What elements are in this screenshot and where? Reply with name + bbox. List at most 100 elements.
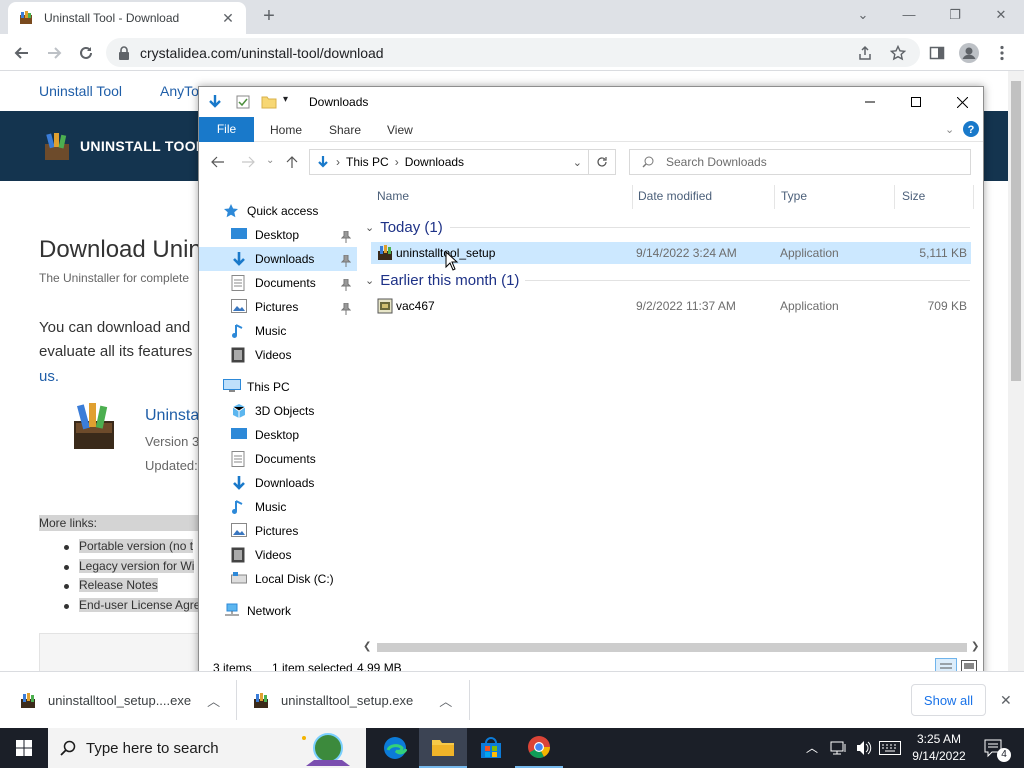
recent-locations-chevron-icon[interactable]: ⌄ bbox=[266, 155, 274, 166]
lock-icon[interactable] bbox=[118, 45, 130, 60]
page-scrollbar[interactable] bbox=[1008, 71, 1024, 671]
bookmark-star-icon[interactable] bbox=[885, 40, 911, 66]
nav-qa-pictures[interactable]: Pictures bbox=[231, 295, 357, 319]
new-folder-icon[interactable] bbox=[261, 94, 277, 110]
nav-pc-videos[interactable]: Videos bbox=[231, 543, 357, 567]
product-name-link[interactable]: Uninsta bbox=[145, 407, 199, 425]
pin-icon[interactable] bbox=[341, 255, 351, 267]
tab-file[interactable]: File bbox=[199, 117, 254, 142]
nav-qa-music[interactable]: Music bbox=[231, 319, 357, 343]
show-hidden-icons-chevron-icon[interactable]: ︿ bbox=[806, 739, 818, 756]
explorer-maximize-icon[interactable] bbox=[893, 87, 939, 117]
help-icon[interactable]: ? bbox=[963, 121, 979, 137]
chevron-up-icon[interactable]: ︿ bbox=[439, 691, 452, 710]
explorer-forward-icon[interactable] bbox=[241, 155, 255, 169]
ribbon-expand-chevron-icon[interactable]: ⌄ bbox=[945, 123, 954, 136]
list-item[interactable]: End-user License Agre bbox=[64, 597, 201, 618]
microsoft-store-icon[interactable] bbox=[467, 728, 515, 768]
nav-this-pc[interactable]: This PC bbox=[223, 375, 357, 399]
group-earlier-this-month[interactable]: ⌄ Earlier this month (1) bbox=[365, 269, 970, 291]
nav-pc-downloads[interactable]: Downloads bbox=[231, 471, 357, 495]
tab-search-icon[interactable]: ⌄ bbox=[840, 4, 886, 28]
nav-pc-documents[interactable]: Documents bbox=[231, 447, 357, 471]
group-today[interactable]: ⌄ Today (1) bbox=[365, 216, 970, 238]
breadcrumb-downloads[interactable]: Downloads bbox=[405, 155, 464, 169]
file-row-vac467[interactable]: vac467 9/2/2022 11:37 AM Application 709… bbox=[371, 295, 971, 317]
download-item-2[interactable]: uninstalltool_setup.exe ︿ bbox=[253, 672, 452, 729]
nav-pc-music[interactable]: Music bbox=[231, 495, 357, 519]
contact-us-link[interactable]: us. bbox=[39, 368, 59, 385]
horizontal-scrollbar[interactable]: ❮ ❯ bbox=[359, 639, 983, 655]
restore-icon[interactable]: ❐ bbox=[932, 4, 978, 28]
minimize-icon[interactable]: — bbox=[886, 4, 932, 28]
browser-tab[interactable]: Uninstall Tool - Download ✕ bbox=[8, 2, 246, 34]
nav-link-anytoiso[interactable]: AnyTo bbox=[160, 83, 199, 99]
column-size[interactable]: Size bbox=[902, 189, 925, 203]
forward-icon[interactable] bbox=[41, 40, 67, 66]
edge-browser-icon[interactable] bbox=[371, 728, 419, 768]
nav-link-uninstall-tool[interactable]: Uninstall Tool bbox=[39, 83, 122, 99]
network-tray-icon[interactable] bbox=[830, 740, 848, 756]
search-downloads-input[interactable]: Search Downloads bbox=[629, 149, 971, 175]
new-tab-button[interactable]: + bbox=[258, 6, 280, 28]
nav-qa-desktop[interactable]: Desktop bbox=[231, 223, 357, 247]
reload-icon[interactable] bbox=[73, 40, 99, 66]
nav-pc-desktop[interactable]: Desktop bbox=[231, 423, 357, 447]
scroll-thumb[interactable] bbox=[377, 643, 967, 652]
list-item[interactable]: Legacy version for Wi bbox=[64, 558, 200, 579]
nav-qa-downloads[interactable]: Downloads bbox=[199, 247, 357, 271]
pin-icon[interactable] bbox=[341, 231, 351, 243]
refresh-icon[interactable] bbox=[588, 149, 616, 175]
address-row: ⌄ › This PC › Downloads ⌄ Search Downloa… bbox=[199, 145, 983, 179]
window-close-icon[interactable]: ✕ bbox=[978, 4, 1024, 28]
properties-icon[interactable] bbox=[235, 94, 251, 110]
explorer-minimize-icon[interactable] bbox=[847, 87, 893, 117]
menu-kebab-icon[interactable] bbox=[989, 40, 1015, 66]
side-panel-icon[interactable] bbox=[924, 40, 950, 66]
quick-save-arrow-icon[interactable] bbox=[207, 94, 223, 110]
pin-icon[interactable] bbox=[341, 279, 351, 291]
list-item[interactable]: Release Notes bbox=[64, 578, 200, 598]
tab-view[interactable]: View bbox=[387, 123, 413, 137]
nav-qa-documents[interactable]: Documents bbox=[231, 271, 357, 295]
tab-close-icon[interactable]: ✕ bbox=[220, 10, 236, 26]
share-icon[interactable] bbox=[852, 40, 878, 66]
customize-qat-chevron-icon[interactable]: ▾ bbox=[283, 94, 288, 105]
tab-share[interactable]: Share bbox=[329, 123, 361, 137]
list-item[interactable]: Portable version (no t bbox=[64, 539, 200, 559]
show-all-button[interactable]: Show all bbox=[911, 684, 986, 716]
up-folder-icon[interactable] bbox=[285, 155, 299, 169]
explorer-back-icon[interactable] bbox=[211, 155, 225, 169]
nav-pc-pictures[interactable]: Pictures bbox=[231, 519, 357, 543]
close-downloads-bar-icon[interactable]: ✕ bbox=[1000, 692, 1012, 709]
nav-network[interactable]: Network bbox=[223, 599, 357, 623]
column-date-modified[interactable]: Date modified bbox=[638, 189, 712, 203]
keyboard-icon[interactable] bbox=[879, 741, 901, 755]
address-dropdown-icon[interactable]: ⌄ bbox=[573, 156, 582, 169]
windows-start-icon[interactable] bbox=[0, 728, 48, 768]
breadcrumb-this-pc[interactable]: This PC bbox=[346, 155, 389, 169]
chevron-up-icon[interactable]: ︿ bbox=[207, 691, 220, 710]
search-highlight-globe-icon[interactable] bbox=[292, 730, 362, 766]
chrome-taskbar-icon[interactable] bbox=[515, 728, 563, 768]
nav-qa-videos[interactable]: Videos bbox=[231, 343, 357, 367]
pin-icon[interactable] bbox=[341, 303, 351, 315]
address-bar[interactable]: crystalidea.com/uninstall-tool/download bbox=[106, 38, 920, 67]
profile-avatar-icon[interactable] bbox=[956, 40, 982, 66]
volume-icon[interactable] bbox=[855, 740, 873, 756]
column-type[interactable]: Type bbox=[781, 189, 807, 203]
explorer-close-icon[interactable] bbox=[939, 87, 983, 117]
file-explorer-taskbar-icon[interactable] bbox=[419, 728, 467, 768]
file-row-uninstalltool-setup[interactable]: uninstalltool_setup 9/14/2022 3:24 AM Ap… bbox=[371, 242, 971, 264]
column-name[interactable]: Name bbox=[377, 189, 409, 203]
nav-pc-local-disk[interactable]: Local Disk (C:) bbox=[231, 567, 357, 591]
tab-home[interactable]: Home bbox=[270, 123, 302, 137]
taskbar-search-input[interactable]: Type here to search bbox=[48, 728, 366, 768]
download-item-1[interactable]: uninstalltool_setup....exe ︿ bbox=[20, 672, 220, 729]
exe-app-icon bbox=[377, 298, 393, 314]
nav-quick-access[interactable]: Quick access bbox=[223, 199, 357, 223]
back-icon[interactable] bbox=[9, 40, 35, 66]
taskbar-clock[interactable]: 3:25 AM 9/14/2022 bbox=[904, 731, 974, 765]
explorer-address-bar[interactable]: › This PC › Downloads ⌄ bbox=[309, 149, 589, 175]
nav-pc-3d-objects[interactable]: 3D Objects bbox=[231, 399, 357, 423]
